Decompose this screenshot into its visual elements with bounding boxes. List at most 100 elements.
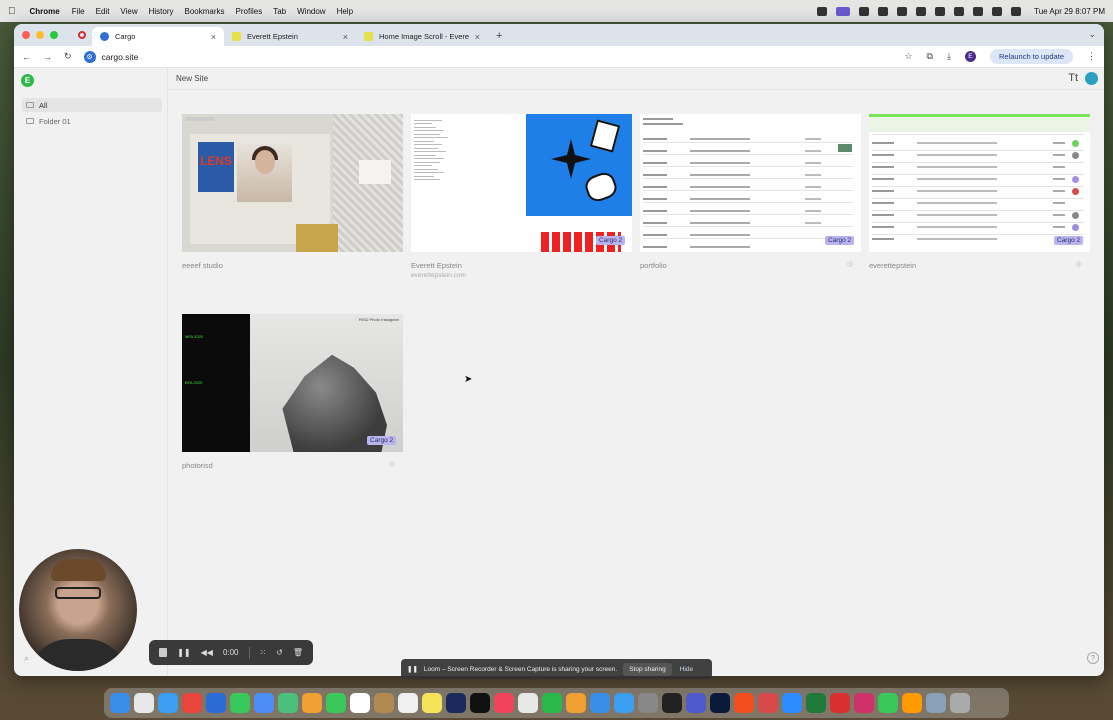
notes-icon[interactable]: [422, 693, 442, 713]
visibility-icon[interactable]: ◎: [847, 260, 853, 268]
menu-bookmarks[interactable]: Bookmarks: [185, 7, 225, 16]
close-tab-icon[interactable]: ×: [343, 32, 348, 42]
tab-cargo[interactable]: Cargo ×: [92, 27, 224, 46]
tv-icon[interactable]: [470, 693, 490, 713]
keynote-icon[interactable]: [590, 693, 610, 713]
folder-01[interactable]: Folder 01: [22, 114, 162, 128]
extensions-icon[interactable]: ⧉: [927, 51, 933, 62]
maximize-window-button[interactable]: [50, 31, 58, 39]
rewind-icon[interactable]: ◀◀: [201, 648, 213, 657]
figma-icon[interactable]: [734, 693, 754, 713]
freeform-icon[interactable]: [446, 693, 466, 713]
site-name[interactable]: everettepstein: [869, 261, 916, 270]
teams-icon[interactable]: [686, 693, 706, 713]
grid-icon[interactable]: ⁙: [259, 648, 266, 657]
acrobat-icon[interactable]: [758, 693, 778, 713]
pages-icon[interactable]: [566, 693, 586, 713]
menu-file[interactable]: File: [72, 7, 85, 16]
help-icon[interactable]: ?: [1087, 652, 1099, 664]
photos-icon[interactable]: [302, 693, 322, 713]
relaunch-button[interactable]: Relaunch to update: [989, 49, 1073, 64]
globe-icon[interactable]: [1085, 72, 1098, 85]
battery-icon[interactable]: [954, 6, 965, 16]
indesign-icon[interactable]: [854, 693, 874, 713]
vscode-icon[interactable]: [206, 693, 226, 713]
menu-edit[interactable]: Edit: [96, 7, 110, 16]
chrome-icon[interactable]: [182, 693, 202, 713]
visibility-icon[interactable]: ◎: [389, 460, 395, 468]
wifi-icon[interactable]: [973, 6, 984, 16]
new-tab-button[interactable]: +: [496, 30, 502, 42]
site-card-everettepstein[interactable]: Cargo 2 everettepstein ◎: [869, 114, 1090, 284]
phone-icon[interactable]: [878, 693, 898, 713]
reminders-icon[interactable]: [398, 693, 418, 713]
maps-icon[interactable]: [278, 693, 298, 713]
site-name[interactable]: eeeef studio: [182, 261, 223, 270]
site-url[interactable]: everettepstein.com: [411, 272, 466, 279]
bookmark-star-icon[interactable]: ☆: [904, 51, 912, 62]
sync-icon[interactable]: [897, 6, 908, 16]
folder-all[interactable]: All: [22, 98, 162, 112]
pause-icon[interactable]: ❚❚: [177, 648, 190, 657]
photoshop-icon[interactable]: [710, 693, 730, 713]
launchpad-icon[interactable]: [134, 693, 154, 713]
menu-tab[interactable]: Tab: [273, 7, 286, 16]
minimize-window-button[interactable]: [36, 31, 44, 39]
extension-icon[interactable]: [859, 6, 870, 16]
menu-view[interactable]: View: [120, 7, 137, 16]
site-card-portfolio[interactable]: Cargo 2 portfolio ◎: [640, 114, 861, 284]
reader-icon[interactable]: [830, 693, 850, 713]
site-card-photorisd[interactable]: MFA 2020 BFA 2020 RISD Photo Instagram C…: [182, 314, 403, 484]
tab-home-image-scroll[interactable]: Home Image Scroll - Everett E ×: [356, 27, 488, 46]
close-window-button[interactable]: [22, 31, 30, 39]
typography-icon[interactable]: Tt: [1068, 72, 1078, 84]
illustrator-icon[interactable]: [902, 693, 922, 713]
hide-banner-button[interactable]: Hide: [680, 666, 693, 673]
trash-icon[interactable]: 🗑: [293, 648, 303, 657]
kebab-menu-icon[interactable]: ⋮: [1087, 51, 1096, 62]
search-icon[interactable]: ⌕: [24, 653, 29, 664]
spotlight-icon[interactable]: [1011, 6, 1022, 16]
news-icon[interactable]: [518, 693, 538, 713]
menu-clock[interactable]: Tue Apr 29 8:07 PM: [1034, 7, 1105, 16]
address-url[interactable]: cargo.site: [102, 52, 139, 62]
messages-icon[interactable]: [230, 693, 250, 713]
site-thumbnail[interactable]: MFA 2020 BFA 2020 RISD Photo Instagram C…: [182, 314, 403, 452]
trash-bin-icon[interactable]: [950, 693, 970, 713]
site-thumbnail[interactable]: Cargo 2: [640, 114, 861, 252]
stop-sharing-button[interactable]: Stop sharing: [623, 662, 672, 676]
tab-search-chevron-icon[interactable]: ⌄: [1088, 29, 1096, 40]
download-icon[interactable]: ⤓: [947, 51, 951, 62]
control-center-icon[interactable]: [992, 6, 1003, 16]
site-card-eeeef-studio[interactable]: LENS eeeef studio: [182, 114, 403, 284]
vpn-icon[interactable]: [916, 6, 927, 16]
zoom-icon[interactable]: [782, 693, 802, 713]
site-info-icon[interactable]: ⚙: [83, 50, 96, 63]
finder-icon[interactable]: [110, 693, 130, 713]
calendar-icon[interactable]: [350, 693, 370, 713]
microphone-icon[interactable]: [817, 6, 828, 16]
menu-help[interactable]: Help: [337, 7, 353, 16]
facetime-icon[interactable]: [326, 693, 346, 713]
site-name[interactable]: portfolio: [640, 261, 667, 270]
close-tab-icon[interactable]: ×: [475, 32, 480, 42]
restart-icon[interactable]: ↺: [276, 648, 283, 657]
tool-icon[interactable]: [935, 6, 946, 16]
new-site-button[interactable]: New Site: [176, 74, 208, 83]
safari-icon[interactable]: [158, 693, 178, 713]
forward-arrow-icon[interactable]: →: [43, 52, 52, 62]
site-name[interactable]: photorisd: [182, 461, 213, 470]
system-settings-icon[interactable]: [638, 693, 658, 713]
visibility-icon[interactable]: ◎: [1076, 260, 1082, 268]
music-icon[interactable]: [494, 693, 514, 713]
mail-icon[interactable]: [254, 693, 274, 713]
app-store-icon[interactable]: [614, 693, 634, 713]
close-tab-icon[interactable]: ×: [211, 32, 216, 42]
back-arrow-icon[interactable]: ←: [22, 52, 31, 62]
downloads-stack-icon[interactable]: [926, 693, 946, 713]
webcam-bubble[interactable]: [19, 549, 137, 671]
profile-avatar[interactable]: E: [964, 51, 976, 62]
menu-app-name[interactable]: Chrome: [30, 7, 60, 16]
excel-icon[interactable]: [806, 693, 826, 713]
reload-icon[interactable]: ↻: [64, 51, 72, 62]
